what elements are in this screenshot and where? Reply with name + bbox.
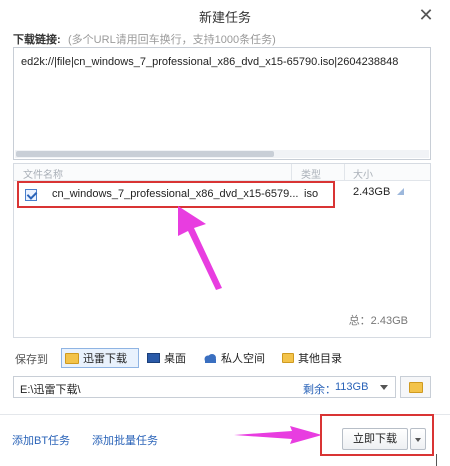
dest-label: 私人空间	[221, 353, 265, 365]
title-bar: 新建任务 ✕	[0, 0, 450, 30]
add-bt-task-link[interactable]: 添加BT任务	[12, 432, 70, 448]
download-button-group: 立即下载	[320, 414, 434, 456]
file-list-header: 文件名称 类型 大小	[14, 164, 430, 181]
free-space-label: 剩余：	[303, 384, 336, 396]
save-to-label: 保存到	[15, 354, 48, 366]
resize-grip	[436, 454, 437, 466]
column-header-type[interactable]: 类型	[291, 164, 341, 181]
path-dropdown-icon[interactable]	[380, 385, 388, 390]
browse-folder-button[interactable]	[400, 376, 431, 398]
file-checkbox[interactable]	[25, 189, 37, 201]
column-header-name[interactable]: 文件名称	[23, 166, 63, 181]
dest-thunder-download[interactable]: 迅雷下载	[61, 348, 139, 368]
file-name: cn_windows_7_professional_x86_dvd_x15-65…	[52, 188, 299, 200]
save-path-text: E:\迅雷下载\	[20, 384, 81, 396]
file-row[interactable]: cn_windows_7_professional_x86_dvd_x15-65…	[17, 181, 335, 208]
dest-label: 桌面	[164, 353, 186, 365]
cloud-icon	[204, 354, 216, 363]
dest-private-space[interactable]: 私人空间	[203, 348, 265, 368]
folder-icon	[409, 382, 423, 393]
annotation-arrow-right	[234, 426, 322, 444]
dest-label: 迅雷下载	[83, 353, 127, 365]
scrollbar-thumb[interactable]	[16, 151, 274, 157]
add-batch-task-link[interactable]: 添加批量任务	[92, 432, 158, 448]
horizontal-scrollbar[interactable]	[15, 150, 429, 158]
total-size: 总：2.43GB	[348, 315, 408, 327]
annotation-arrow-up	[178, 206, 222, 290]
link-label: 下载链接:	[13, 34, 61, 46]
dest-label: 其他目录	[298, 353, 342, 365]
download-now-button[interactable]: 立即下载	[342, 428, 408, 450]
link-label-row: 下载链接: (多个URL请用回车换行，支持1000条任务)	[13, 31, 433, 47]
resize-corner-icon[interactable]	[397, 188, 404, 195]
save-to-row: 保存到 迅雷下载 桌面 私人空间 其他目录	[13, 348, 433, 368]
new-task-dialog: 新建任务 ✕ 下载链接: (多个URL请用回车换行，支持1000条任务) ed2…	[0, 0, 450, 466]
column-header-size[interactable]: 大小	[344, 164, 404, 181]
url-textarea[interactable]: ed2k://|file|cn_windows_7_professional_x…	[13, 47, 431, 160]
folder-icon	[282, 353, 294, 363]
save-path-row: E:\迅雷下载\ 剩余： 113GB	[13, 376, 431, 398]
monitor-icon	[147, 353, 160, 363]
download-options-dropdown[interactable]	[410, 428, 426, 450]
link-hint: (多个URL请用回车换行，支持1000条任务)	[68, 34, 276, 46]
free-space-value: 113GB	[335, 381, 369, 393]
file-type: iso	[304, 188, 319, 200]
dest-other-directory[interactable]: 其他目录	[282, 348, 342, 368]
url-text: ed2k://|file|cn_windows_7_professional_x…	[21, 56, 399, 68]
dialog-title: 新建任务	[198, 10, 251, 25]
file-size: 2.43GB	[353, 186, 391, 198]
dest-desktop[interactable]: 桌面	[147, 348, 186, 368]
close-icon[interactable]: ✕	[416, 4, 436, 26]
folder-icon	[65, 352, 79, 364]
save-path-input[interactable]: E:\迅雷下载\ 剩余： 113GB	[13, 376, 396, 398]
